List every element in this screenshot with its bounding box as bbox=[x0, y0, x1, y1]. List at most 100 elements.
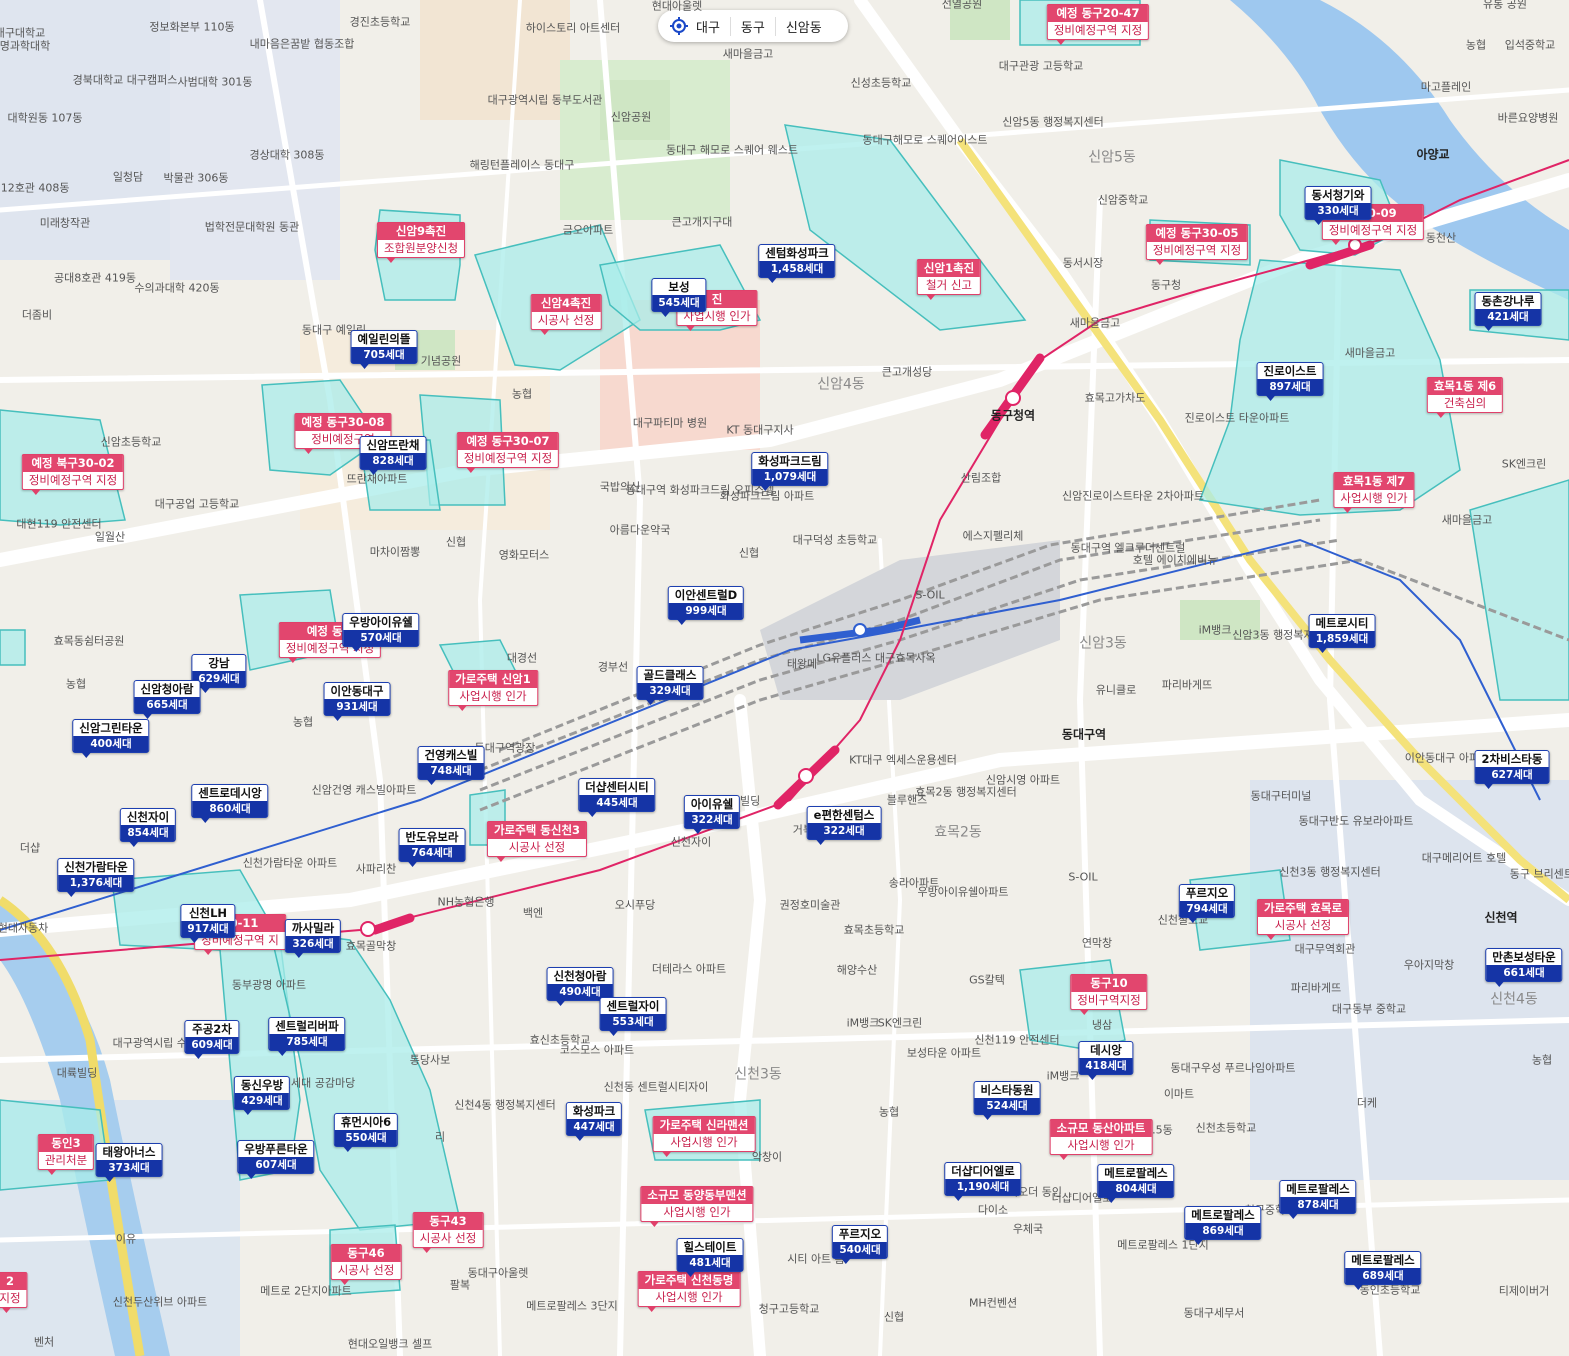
apartment-marker[interactable]: 이안동대구 931세대 bbox=[323, 682, 391, 721]
redevelopment-marker[interactable]: 신암9촉진 조합원분양신청 bbox=[376, 222, 466, 263]
redevelopment-marker[interactable]: 동구43 시공사 선정 bbox=[412, 1212, 484, 1253]
redevelopment-marker[interactable]: 동구46 시공사 선정 bbox=[330, 1244, 402, 1285]
apartment-marker[interactable]: 골드클래스 329세대 bbox=[636, 666, 704, 705]
redevelopment-marker[interactable]: 효목1동 제7 사업시행 인가 bbox=[1333, 472, 1415, 513]
redevelopment-status: 관리처분 bbox=[44, 1153, 88, 1167]
apartment-marker[interactable]: e편한센텀스 322세대 bbox=[806, 806, 882, 845]
apartment-name: 푸르지오 bbox=[838, 1227, 882, 1241]
apartment-marker[interactable]: 더샵디어엘로 1,190세대 bbox=[944, 1162, 1022, 1201]
redevelopment-marker[interactable]: 예정 북구30-02 정비예정구역 지정 bbox=[21, 454, 125, 495]
location-breadcrumb[interactable]: 대구 동구 신암동 bbox=[658, 10, 848, 42]
redevelopment-marker[interactable]: 동구10 정비구역지정 bbox=[1070, 974, 1148, 1015]
place-label: 아름다운약국 bbox=[609, 523, 671, 537]
apartment-marker[interactable]: 진로이스트 897세대 bbox=[1256, 362, 1324, 401]
location-target-icon[interactable] bbox=[670, 17, 688, 35]
apartment-units: 545세대 bbox=[652, 295, 706, 311]
place-label: 신암진로이스트타운 2차아파트 bbox=[1061, 489, 1205, 503]
apartment-units: 609세대 bbox=[185, 1037, 239, 1053]
apartment-marker[interactable]: 태왕아너스 373세대 bbox=[95, 1143, 163, 1182]
apartment-marker[interactable]: 동신우방 429세대 bbox=[233, 1076, 291, 1115]
apartment-marker[interactable]: 센트럴자이 553세대 bbox=[599, 997, 667, 1036]
apartment-marker[interactable]: 우방푸른타운 607세대 bbox=[237, 1140, 315, 1179]
place-label: 대학원동 107동 bbox=[7, 111, 83, 125]
apartment-marker[interactable]: 센텀화성파크 1,458세대 bbox=[758, 244, 836, 283]
apartment-marker[interactable]: 주공2차 609세대 bbox=[184, 1020, 240, 1059]
place-label: 입석중학교 bbox=[1504, 38, 1556, 52]
redevelopment-marker[interactable]: 효목1동 제6 건축심의 bbox=[1426, 377, 1504, 418]
place-label: 신천초등학교 bbox=[1195, 1121, 1257, 1135]
place-label: 효목초등학교 bbox=[843, 923, 905, 937]
place-label: SK엔크린 bbox=[1501, 457, 1547, 471]
apartment-marker[interactable]: 힐스테이트 481세대 bbox=[676, 1238, 744, 1277]
apartment-units: 607세대 bbox=[238, 1157, 314, 1173]
apartment-marker[interactable]: 데시앙 418세대 bbox=[1078, 1041, 1134, 1080]
place-label: 마차이짬뽕 bbox=[369, 545, 421, 559]
apartment-marker[interactable]: 신천자이 854세대 bbox=[119, 808, 177, 847]
apartment-marker[interactable]: 화성파크드림 1,079세대 bbox=[751, 452, 829, 491]
apartment-marker[interactable]: 신암그린타운 400세대 bbox=[72, 719, 150, 758]
apartment-marker[interactable]: 메트로팔레스 804세대 bbox=[1097, 1164, 1175, 1203]
apartment-marker[interactable]: 예일린의뜰 705세대 bbox=[350, 330, 418, 369]
redevelopment-marker[interactable]: 가로주택 신암1 사업시행 인가 bbox=[448, 670, 538, 711]
breadcrumb-district[interactable]: 동구 bbox=[729, 16, 775, 36]
apartment-marker[interactable]: 메트로팔레스 689세대 bbox=[1344, 1251, 1422, 1290]
apartment-marker[interactable]: 비스타동원 524세대 bbox=[973, 1081, 1041, 1120]
redevelopment-marker[interactable]: 소규모 동양동부맨션 사업시행 인가 bbox=[640, 1186, 754, 1227]
apartment-marker[interactable]: 까사밀라 326세대 bbox=[284, 919, 342, 958]
place-label: 금오아파트 bbox=[562, 223, 614, 237]
place-label: 더테라스 아파트 bbox=[651, 962, 727, 976]
place-label: 신협 bbox=[883, 1310, 905, 1324]
place-label: 태왕메 bbox=[786, 657, 818, 671]
redevelopment-marker[interactable]: 동인3 관리처분 bbox=[37, 1134, 95, 1175]
apartment-marker[interactable]: 동촌강나루 421세대 bbox=[1474, 292, 1542, 331]
apartment-marker[interactable]: 메트로팔레스 869세대 bbox=[1184, 1206, 1262, 1245]
apartment-marker[interactable]: 푸르지오 540세대 bbox=[831, 1225, 889, 1264]
apartment-marker[interactable]: 신천가람타운 1,376세대 bbox=[57, 858, 135, 897]
redevelopment-name: 가로주택 신라맨션 bbox=[653, 1117, 755, 1134]
apartment-marker[interactable]: 센트로데시앙 860세대 bbox=[191, 784, 269, 823]
apartment-marker[interactable]: 이안센트럴D 999세대 bbox=[667, 586, 745, 625]
apartment-marker[interactable]: 신천청아람 490세대 bbox=[546, 967, 614, 1006]
breadcrumb-neighborhood[interactable]: 신암동 bbox=[774, 16, 832, 36]
apartment-marker[interactable]: 2차비스타동 627세대 bbox=[1474, 750, 1550, 789]
apartment-units: 665세대 bbox=[134, 697, 200, 713]
apartment-units: 689세대 bbox=[1345, 1268, 1421, 1284]
redevelopment-marker[interactable]: 신암1촉진 철거 신고 bbox=[916, 259, 982, 300]
redevelopment-marker[interactable]: 신암4촉진 시공사 선정 bbox=[530, 294, 602, 335]
apartment-marker[interactable]: 휴먼시아6 550세대 bbox=[333, 1113, 399, 1152]
apartment-marker[interactable]: 우방아이유쉘 570세대 bbox=[342, 613, 420, 652]
apartment-marker[interactable]: 더샵센터시티 445세대 bbox=[578, 778, 656, 817]
apartment-marker[interactable]: 신천LH 917세대 bbox=[180, 904, 236, 943]
place-label: 대구광역시립 동부도서관 bbox=[487, 93, 603, 107]
apartment-marker[interactable]: 메트로팔레스 878세대 bbox=[1279, 1180, 1357, 1219]
apartment-marker[interactable]: 반도유보라 764세대 bbox=[398, 828, 466, 867]
redevelopment-marker[interactable]: 예정 동구30-07 정비예정구역 지정 bbox=[456, 432, 560, 473]
redevelopment-marker[interactable]: 소규모 동산아파트 사업시행 인가 bbox=[1049, 1119, 1153, 1160]
place-label: 신암시영 아파트 bbox=[985, 773, 1061, 787]
apartment-marker[interactable]: 화성파크 447세대 bbox=[565, 1102, 623, 1141]
place-label: 대구공업 고등학교 bbox=[154, 497, 240, 511]
apartment-marker[interactable]: 보성 545세대 bbox=[651, 278, 707, 317]
apartment-marker[interactable]: 푸르지오 794세대 bbox=[1178, 884, 1236, 923]
apartment-marker[interactable]: 신암청아람 665세대 bbox=[133, 680, 201, 719]
redevelopment-marker[interactable]: 예정 동구30-05 정비예정구역 지정 bbox=[1145, 224, 1249, 265]
place-label: 신암초등학교 bbox=[100, 435, 162, 449]
apartment-units: 322세대 bbox=[684, 812, 740, 828]
redevelopment-marker[interactable]: 가로주택 동신천3 시공사 선정 bbox=[486, 821, 588, 862]
redevelopment-marker[interactable]: 가로주택 신라맨션 사업시행 인가 bbox=[652, 1116, 756, 1157]
apartment-name: 우방푸른타운 bbox=[244, 1142, 308, 1156]
apartment-marker[interactable]: 건영캐스빌 748세대 bbox=[417, 746, 485, 785]
apartment-marker[interactable]: 센트럴리버파 785세대 bbox=[268, 1017, 346, 1056]
apartment-marker[interactable]: 메트로시티 1,859세대 bbox=[1308, 614, 1376, 653]
apartment-marker[interactable]: 아이유쉘 322세대 bbox=[683, 795, 741, 834]
apartment-marker[interactable]: 신암뜨란채 828세대 bbox=[359, 436, 427, 475]
redevelopment-marker[interactable]: 2 지정 bbox=[0, 1272, 28, 1313]
redevelopment-status: 정비구역지정 bbox=[1077, 993, 1141, 1007]
apartment-marker[interactable]: 동서청기와 330세대 bbox=[1304, 186, 1372, 225]
map-view[interactable]: 대구 동구 신암동 정보화본부 110동 경진초등학교 하이스토리 아트센터 현대아울… bbox=[0, 0, 1569, 1356]
apartment-marker[interactable]: 만촌보성타운 661세대 bbox=[1485, 948, 1563, 987]
redevelopment-marker[interactable]: 가로주택 효목로 시공사 선정 bbox=[1256, 899, 1350, 940]
redevelopment-marker[interactable]: 예정 동구20-47 정비예정구역 지정 bbox=[1046, 4, 1150, 45]
breadcrumb-city[interactable]: 대구 bbox=[696, 17, 730, 36]
apartment-name: 센트럴리버파 bbox=[275, 1019, 339, 1033]
